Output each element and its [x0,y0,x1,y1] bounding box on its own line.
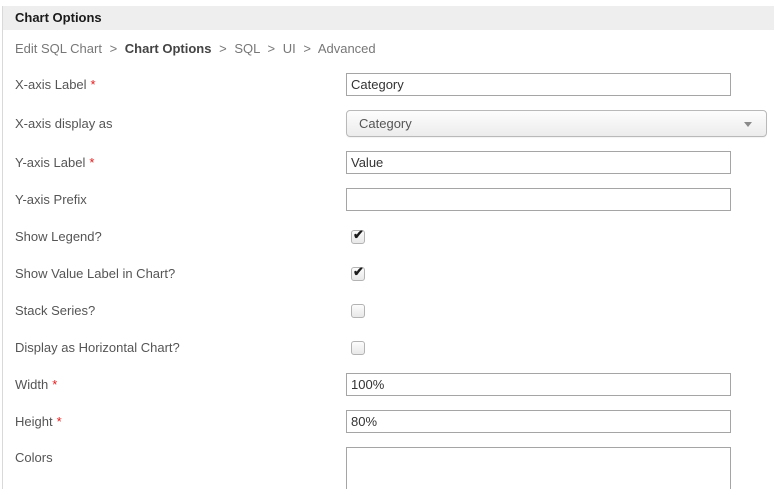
field-label: Colors [15,447,346,465]
height-input[interactable] [346,410,731,433]
breadcrumb-separator: > [219,41,227,56]
y-axis-prefix-input[interactable] [346,188,731,211]
field-label: Y-axis Label * [15,155,346,170]
chart-options-panel: Chart Options Edit SQL Chart > Chart Opt… [2,6,774,489]
chart-options-form: X-axis Label * X-axis display as Category… [3,73,774,489]
breadcrumb-item-chart-options: Chart Options [125,41,212,56]
show-value-label-checkbox[interactable] [351,267,365,281]
breadcrumb-item-sql[interactable]: SQL [234,41,260,56]
breadcrumb-separator: > [303,41,311,56]
form-row-x-axis-label: X-axis Label * [3,73,774,96]
breadcrumb-item-edit-sql-chart[interactable]: Edit SQL Chart [15,41,102,56]
form-row-y-axis-prefix: Y-axis Prefix [3,188,774,211]
field-label-text: Show Legend? [15,229,102,244]
field-label: Show Legend? [15,229,346,244]
field-label-text: Height [15,414,53,429]
breadcrumb-item-ui[interactable]: UI [283,41,296,56]
field-label-text: X-axis display as [15,116,113,131]
form-row-show-value-label: Show Value Label in Chart? [3,262,774,285]
field-label-text: Show Value Label in Chart? [15,266,175,281]
field-label: Show Value Label in Chart? [15,266,346,281]
field-label-text: Y-axis Label [15,155,85,170]
chevron-down-icon [744,122,752,127]
horizontal-chart-checkbox[interactable] [351,341,365,355]
checkmark-icon [353,227,364,243]
field-label: X-axis Label * [15,77,346,92]
form-row-x-axis-display-as: X-axis display as Category [3,110,774,137]
page-title: Chart Options [3,6,774,30]
form-row-horizontal-chart: Display as Horizontal Chart? [3,336,774,359]
required-asterisk: * [52,377,57,392]
form-row-stack-series: Stack Series? [3,299,774,322]
field-label-text: X-axis Label [15,77,87,92]
form-row-colors: Colors [3,447,774,489]
form-row-width: Width * [3,373,774,396]
stack-series-checkbox[interactable] [351,304,365,318]
required-asterisk: * [57,414,62,429]
field-label-text: Stack Series? [15,303,95,318]
field-label: Stack Series? [15,303,346,318]
field-label-text: Width [15,377,48,392]
field-label: X-axis display as [15,116,346,131]
required-asterisk: * [89,155,94,170]
required-asterisk: * [91,77,96,92]
field-label: Height * [15,414,346,429]
checkmark-icon [353,264,364,280]
selected-option-label: Category [347,116,412,131]
breadcrumb: Edit SQL Chart > Chart Options > SQL > U… [3,30,774,58]
show-legend-checkbox[interactable] [351,230,365,244]
field-label-text: Display as Horizontal Chart? [15,340,180,355]
x-axis-label-input[interactable] [346,73,731,96]
colors-textarea[interactable] [346,447,731,489]
width-input[interactable] [346,373,731,396]
form-row-height: Height * [3,410,774,433]
form-row-y-axis-label: Y-axis Label * [3,151,774,174]
x-axis-display-as-select[interactable]: Category [346,110,767,137]
field-label: Width * [15,377,346,392]
breadcrumb-separator: > [110,41,118,56]
field-label: Display as Horizontal Chart? [15,340,346,355]
field-label-text: Colors [15,450,53,465]
field-label: Y-axis Prefix [15,192,346,207]
form-row-show-legend: Show Legend? [3,225,774,248]
breadcrumb-separator: > [267,41,275,56]
field-label-text: Y-axis Prefix [15,192,87,207]
breadcrumb-item-advanced[interactable]: Advanced [318,41,376,56]
y-axis-label-input[interactable] [346,151,731,174]
